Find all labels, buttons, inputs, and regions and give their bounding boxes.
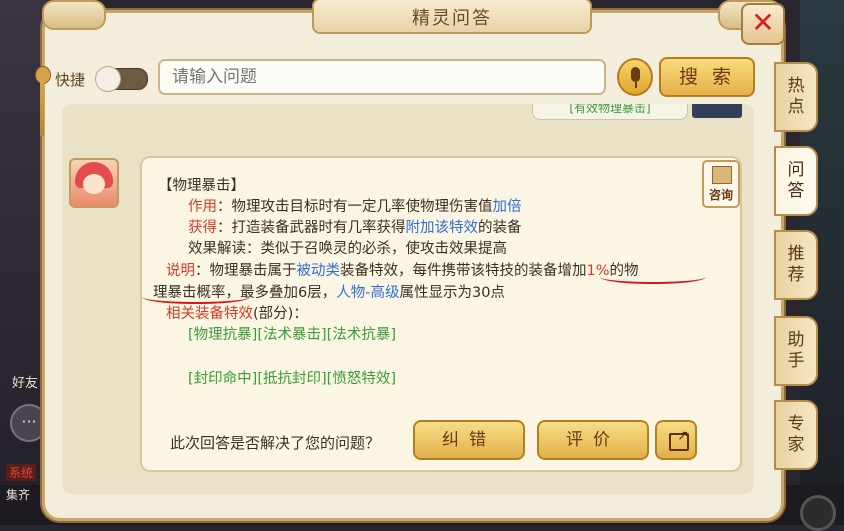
search-input[interactable] bbox=[158, 59, 606, 95]
related-line: 相关装备特效(部分)： bbox=[166, 302, 308, 323]
related-row-1: [物理抗暴][法术暴击][法术抗暴] bbox=[188, 323, 396, 344]
explain-line: 效果解读：类似于召唤灵的必杀，使攻击效果提高 bbox=[188, 241, 507, 257]
tab-assistant[interactable]: 助手 bbox=[774, 316, 818, 386]
note-label: 说明 bbox=[166, 263, 195, 279]
related-item[interactable]: [愤怒特效] bbox=[327, 371, 396, 387]
tab-label: 问答 bbox=[787, 160, 805, 201]
avatar bbox=[69, 158, 119, 208]
note-text-5: 属性显示为30点 bbox=[399, 285, 505, 301]
search-button[interactable]: 搜 索 bbox=[659, 57, 755, 97]
previous-message-image bbox=[692, 104, 742, 118]
consult-button[interactable]: 咨询 bbox=[702, 160, 740, 208]
note-text-1: ：物理暴击属于 bbox=[195, 263, 297, 279]
obtain-label: 获得 bbox=[188, 220, 217, 236]
shortcut-label: 快捷 bbox=[55, 71, 86, 89]
tab-label: 专家 bbox=[787, 414, 805, 455]
toggle-knob bbox=[95, 66, 121, 92]
previous-message: [有效物理暴击] bbox=[532, 104, 688, 120]
effect-link[interactable]: 加倍 bbox=[493, 199, 522, 215]
window-title: 精灵问答 bbox=[412, 8, 492, 29]
gather-label: 集齐 bbox=[6, 488, 31, 502]
close-icon: ✕ bbox=[751, 6, 775, 39]
tab-qa[interactable]: 问答 bbox=[774, 146, 818, 216]
related-item[interactable]: [抵抗封印] bbox=[257, 371, 326, 387]
lantern-ornament-icon bbox=[34, 66, 51, 136]
system-tag: 系统 bbox=[6, 464, 37, 481]
tab-label: 助手 bbox=[787, 330, 805, 371]
resolved-question: 此次回答是否解决了您的问题？ bbox=[170, 434, 381, 452]
effect-text: ：物理攻击目标时有一定几率使物理伤害值 bbox=[217, 199, 493, 215]
obtain-text: ：打造装备武器时有几率获得 bbox=[217, 220, 406, 236]
red-underline-annotation bbox=[142, 290, 250, 304]
tab-label: 热点 bbox=[787, 76, 805, 117]
effect-label: 作用 bbox=[188, 199, 217, 215]
tab-recommend[interactable]: 推荐 bbox=[774, 230, 818, 300]
box-icon bbox=[712, 166, 732, 184]
tab-hot[interactable]: 热点 bbox=[774, 62, 818, 132]
related-item[interactable]: [法术抗暴] bbox=[327, 327, 396, 343]
answer-title: 【物理暴击】 bbox=[158, 178, 245, 194]
tab-label: 推荐 bbox=[787, 244, 805, 285]
tab-expert[interactable]: 专家 bbox=[774, 400, 818, 470]
close-button[interactable]: ✕ bbox=[741, 3, 785, 45]
voice-button[interactable] bbox=[617, 58, 653, 96]
related-label: 相关装备特效 bbox=[166, 306, 253, 322]
note-line-1: 说明：物理暴击属于被动类装备特效，每件携带该特技的装备增加1%的物 bbox=[166, 259, 639, 280]
related-row-2: [封印命中][抵抗封印][愤怒特效] bbox=[188, 367, 396, 388]
note-text-2: 装备特效，每件携带该特技的装备增加 bbox=[340, 263, 587, 279]
obtain-suffix: 的装备 bbox=[478, 220, 522, 236]
related-item[interactable]: [封印命中] bbox=[188, 371, 257, 387]
related-item[interactable]: [法术暴击] bbox=[257, 327, 326, 343]
microphone-icon bbox=[631, 67, 640, 82]
shortcut-toggle[interactable] bbox=[95, 66, 148, 92]
obtain-line: 获得：打造装备武器时有几率获得附加该特效的装备 bbox=[188, 216, 522, 237]
related-suffix: (部分)： bbox=[253, 306, 308, 322]
title-ornament-left bbox=[42, 0, 106, 30]
friend-label[interactable]: 好友 bbox=[12, 372, 38, 391]
rate-button[interactable]: 评价 bbox=[537, 420, 649, 460]
red-underline-annotation bbox=[600, 270, 706, 284]
corner-control-icon[interactable] bbox=[800, 495, 836, 531]
effect-line: 作用：物理攻击目标时有一定几率使物理伤害值加倍 bbox=[188, 195, 522, 216]
note-link-attribute[interactable]: 人物-高级 bbox=[336, 285, 399, 301]
related-item[interactable]: [物理抗暴] bbox=[188, 327, 257, 343]
title-bar: 精灵问答 bbox=[42, 0, 782, 34]
share-button[interactable]: ↗ bbox=[655, 420, 697, 460]
note-link-passive[interactable]: 被动类 bbox=[297, 263, 341, 279]
obtain-link[interactable]: 附加该特效 bbox=[406, 220, 479, 236]
title-plaque: 精灵问答 bbox=[312, 0, 592, 34]
correct-button[interactable]: 纠错 bbox=[413, 420, 525, 460]
consult-label: 咨询 bbox=[708, 188, 733, 202]
